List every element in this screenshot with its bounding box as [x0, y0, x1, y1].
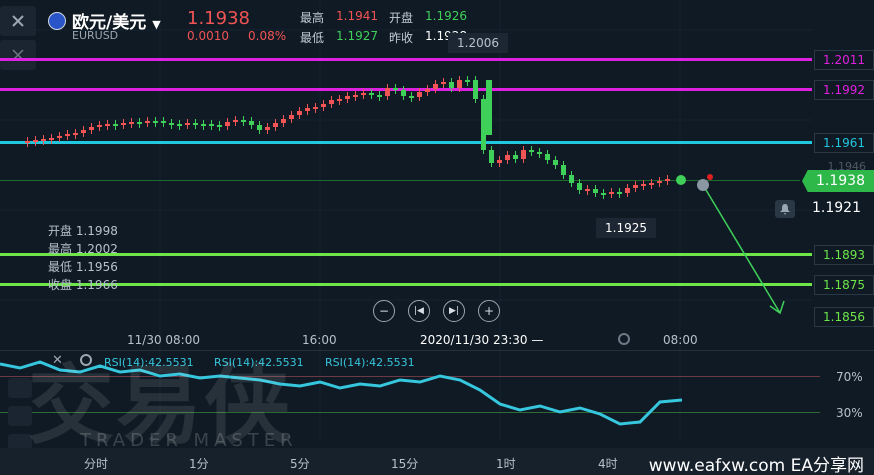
chart-app: 欧元/美元 ▼ EURUSD 1.1938 0.0010 0.08% 最高 1.1… [0, 0, 874, 475]
site-watermark: www.eafxw.com EA分享网 [648, 456, 864, 475]
timeframe-15m[interactable]: 15分 [391, 455, 418, 472]
timeframe-5m[interactable]: 5分 [290, 455, 310, 472]
timeframe-tick[interactable]: 分时 [84, 455, 108, 472]
timeframe-1m[interactable]: 1分 [189, 455, 209, 472]
timeframe-1h[interactable]: 1时 [496, 455, 516, 472]
timeframe-4h[interactable]: 4时 [598, 455, 618, 472]
